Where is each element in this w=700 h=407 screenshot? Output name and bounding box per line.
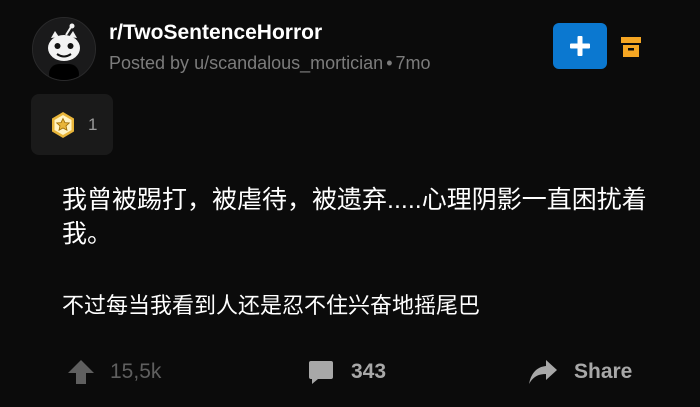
archive-box-icon — [621, 37, 641, 57]
author-link[interactable]: u/scandalous_mortician — [194, 53, 383, 73]
comments-button[interactable]: 343 — [308, 350, 386, 394]
upvote-count: 15,5k — [110, 360, 162, 383]
share-label: Share — [574, 360, 633, 383]
award-badge[interactable]: 1 — [31, 94, 113, 155]
subreddit-name[interactable]: r/TwoSentenceHorror — [109, 21, 322, 45]
snoo-avatar-icon — [33, 18, 95, 80]
post-age: 7mo — [395, 53, 431, 73]
meta-separator: • — [386, 53, 393, 73]
post-body: 我曾被踢打，被虐待，被遗弃.....心理阴影一直困扰着我。 不过每当我看到人还是… — [62, 183, 662, 323]
post-footer: 15,5k 343 Share — [0, 350, 700, 394]
join-button[interactable] — [553, 23, 607, 69]
subreddit-avatar[interactable] — [32, 17, 96, 81]
posted-by-label: Posted by — [109, 53, 190, 73]
post-body-line-1: 我曾被踢打，被虐待，被遗弃.....心理阴影一直困扰着我。 — [62, 186, 647, 248]
share-arrow-icon — [529, 360, 557, 384]
post-header: r/TwoSentenceHorror Posted by u/scandalo… — [32, 17, 672, 81]
upvote-button[interactable]: 15,5k — [66, 350, 161, 394]
share-button[interactable]: Share — [528, 350, 632, 394]
plus-icon — [570, 36, 590, 56]
comment-count: 343 — [351, 360, 387, 383]
arrow-up-icon — [68, 360, 94, 384]
award-count: 1 — [88, 114, 98, 134]
post-meta: Posted by u/scandalous_mortician • 7mo — [109, 53, 431, 74]
comment-bubble-icon — [309, 361, 333, 384]
star-award-icon — [52, 111, 74, 138]
post-body-line-2: 不过每当我看到人还是忍不住兴奋地摇尾巴 — [62, 293, 481, 318]
save-button[interactable] — [619, 35, 643, 59]
